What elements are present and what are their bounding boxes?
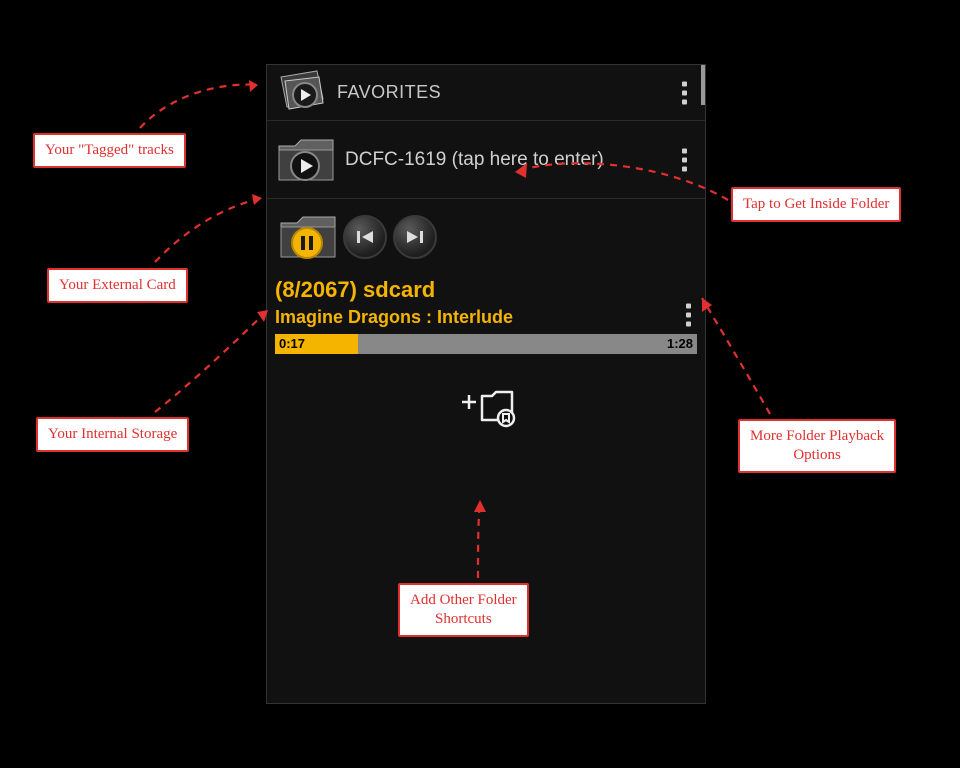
folder-play-icon xyxy=(275,132,339,188)
callout-tap-inside: Tap to Get Inside Folder xyxy=(731,187,901,222)
time-total: 1:28 xyxy=(667,336,693,351)
callout-external-card: Your External Card xyxy=(47,268,188,303)
progress-bar[interactable]: 0:17 1:28 xyxy=(275,334,697,354)
folder-label: DCFC-1619 (tap here to enter) xyxy=(345,149,604,171)
player-more-button[interactable] xyxy=(678,295,699,334)
folder-pause-icon[interactable] xyxy=(277,209,341,265)
callout-internal-storage: Your Internal Storage xyxy=(36,417,189,452)
tagged-tracks-icon xyxy=(275,69,329,117)
player-row: (8/2067) sdcard Imagine Dragons : Interl… xyxy=(267,199,705,430)
folder-row[interactable]: DCFC-1619 (tap here to enter) xyxy=(267,121,705,199)
next-track-button[interactable] xyxy=(393,215,437,259)
track-title-label: Imagine Dragons : Interlude xyxy=(275,307,697,328)
callout-tagged-tracks: Your "Tagged" tracks xyxy=(33,133,186,168)
favorites-more-button[interactable] xyxy=(674,73,695,112)
favorites-label: FAVORITES xyxy=(337,82,441,103)
callout-more-options: More Folder Playback Options xyxy=(738,419,896,473)
favorites-row[interactable]: FAVORITES xyxy=(267,65,705,121)
track-count-label: (8/2067) sdcard xyxy=(275,277,697,303)
folder-more-button[interactable] xyxy=(674,140,695,179)
callout-add-shortcuts: Add Other Folder Shortcuts xyxy=(398,583,529,637)
prev-track-button[interactable] xyxy=(343,215,387,259)
time-elapsed: 0:17 xyxy=(279,336,305,351)
add-folder-shortcut-button[interactable] xyxy=(275,382,697,430)
